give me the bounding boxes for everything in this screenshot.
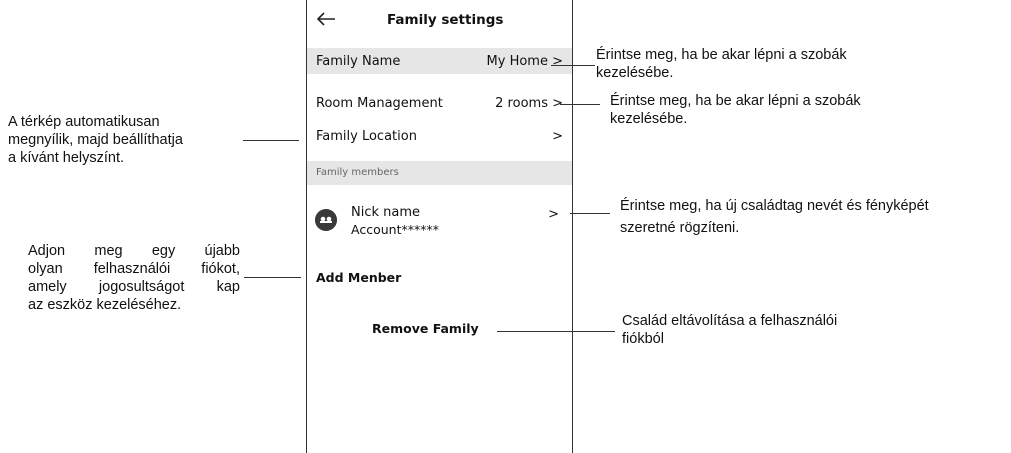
member-annotation-line2: szeretné rögzíteni. bbox=[620, 220, 740, 236]
connector-remove-family bbox=[497, 331, 615, 332]
connector-member bbox=[570, 213, 610, 214]
add-annotation-line1: Adjon meg egy újabb bbox=[28, 243, 240, 259]
family-location-label: Family Location bbox=[316, 129, 417, 144]
room-management-annotation: Érintse meg, ha be akar lépni a szobák k… bbox=[610, 93, 861, 127]
location-annotation-line2: megnyílik, majd beállíthatja bbox=[8, 132, 183, 148]
connector-location bbox=[243, 140, 299, 141]
room-management-row[interactable]: Room Management 2 rooms > bbox=[307, 91, 572, 117]
page-title: Family settings bbox=[387, 12, 504, 28]
connector-add-member bbox=[244, 277, 301, 278]
member-list-item[interactable] bbox=[307, 200, 572, 242]
family-location-arrow: > bbox=[552, 129, 563, 144]
location-annotation-line1: A térkép automatikusan bbox=[8, 114, 160, 130]
remove-family-button[interactable]: Remove Family bbox=[372, 321, 479, 336]
member-account: Account****** bbox=[351, 222, 439, 237]
location-annotation-line3: a kívánt helyszínt. bbox=[8, 150, 125, 166]
connector-family-name bbox=[551, 65, 595, 66]
phone-frame: Family settings Family Name My Home > Ro… bbox=[306, 0, 573, 453]
connector-room-management bbox=[560, 104, 600, 105]
add-annotation-line4: az eszköz kezeléséhez. bbox=[28, 297, 182, 313]
member-name: Nick name bbox=[351, 205, 421, 220]
add-member-button[interactable]: Add Menber bbox=[316, 270, 401, 285]
member-chevron: > bbox=[548, 207, 559, 222]
family-members-section-header: Family members bbox=[307, 161, 572, 185]
family-name-label: Family Name bbox=[316, 54, 401, 69]
back-arrow-icon[interactable] bbox=[315, 8, 337, 30]
room-management-value: 2 rooms > bbox=[495, 96, 563, 111]
remove-annotation-line1: Család eltávolítása a felhasználói bbox=[622, 313, 838, 329]
family-name-annotation: Érintse meg, ha be akar lépni a szobák k… bbox=[596, 47, 847, 81]
header: Family settings bbox=[307, 6, 572, 36]
family-name-value: My Home > bbox=[486, 54, 563, 69]
remove-annotation-line2: fiókból bbox=[622, 331, 664, 347]
room-management-label: Room Management bbox=[316, 96, 443, 111]
add-annotation-line3: amely jogosultságot kap bbox=[28, 279, 240, 295]
member-annotation-line1: Érintse meg, ha új családtag nevét és fé… bbox=[620, 198, 929, 214]
avatar-icon bbox=[315, 209, 337, 231]
add-annotation-line2: olyan felhasználói fiókot, bbox=[28, 261, 240, 277]
section-label: Family members bbox=[316, 167, 399, 178]
family-location-row[interactable]: Family Location > bbox=[307, 124, 572, 150]
family-name-row[interactable]: Family Name My Home > bbox=[307, 48, 572, 74]
